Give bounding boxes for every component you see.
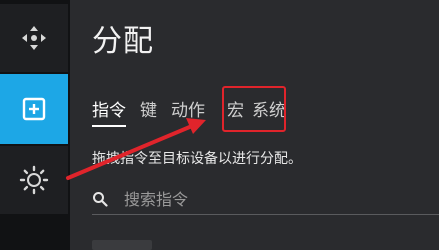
move-button[interactable] xyxy=(0,4,68,72)
add-icon xyxy=(22,97,46,121)
next-section-peek xyxy=(92,240,152,250)
settings-button[interactable] xyxy=(0,146,68,214)
search-input[interactable] xyxy=(122,188,426,210)
move-icon xyxy=(19,23,49,53)
tab-commands[interactable]: 指令 xyxy=(92,96,126,127)
gear-icon xyxy=(19,165,49,195)
search-bar xyxy=(92,184,439,215)
add-button[interactable] xyxy=(0,74,68,144)
assign-hint: 拖拽指令至目标设备以进行分配。 xyxy=(92,151,302,167)
tab-keys[interactable]: 键 xyxy=(140,96,157,127)
left-rail xyxy=(0,0,68,250)
page-title: 分配 xyxy=(92,24,154,59)
search-icon xyxy=(93,192,108,207)
highlight-box xyxy=(222,86,286,132)
tab-actions[interactable]: 动作 xyxy=(171,96,205,127)
